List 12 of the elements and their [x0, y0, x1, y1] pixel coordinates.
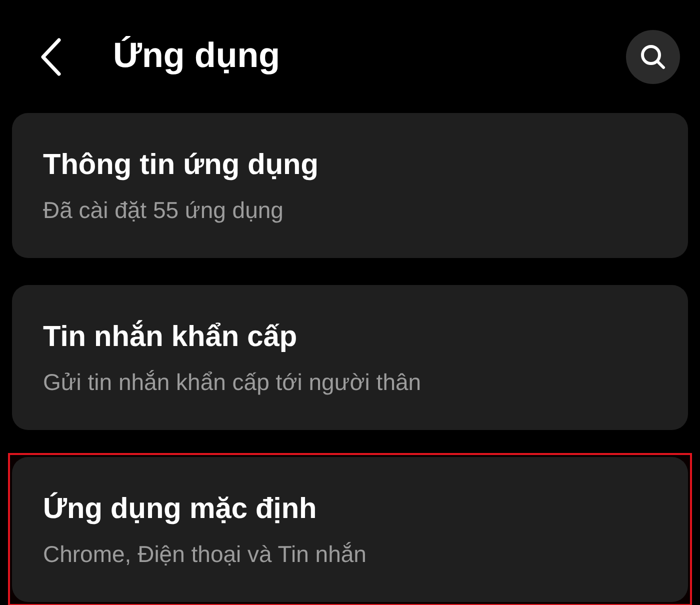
settings-card[interactable]: Tin nhắn khẩn cấp Gửi tin nhắn khẩn cấp tới người thân: [12, 285, 688, 430]
settings-card[interactable]: Thông tin ứng dụng Đã cài đặt 55 ứng dụng: [12, 113, 688, 258]
card-subtitle: Chrome, Điện thoại và Tin nhắn: [43, 540, 368, 569]
card-subtitle: Gửi tin nhắn khẩn cấp tới người thân: [43, 368, 422, 397]
card-title: Tin nhắn khẩn cấp: [43, 319, 298, 354]
card-title: Ứng dụng mặc định: [43, 491, 318, 526]
settings-card[interactable]: Ứng dụng mặc định Chrome, Điện thoại và Tin nhắn: [12, 457, 688, 602]
page-title: Ứng dụng: [113, 35, 280, 78]
back-icon: [40, 38, 62, 76]
card-title: Thông tin ứng dụng: [43, 148, 320, 182]
card-subtitle: Đã cài đặt 55 ứng dụng: [43, 196, 284, 225]
search-icon: [640, 44, 666, 70]
